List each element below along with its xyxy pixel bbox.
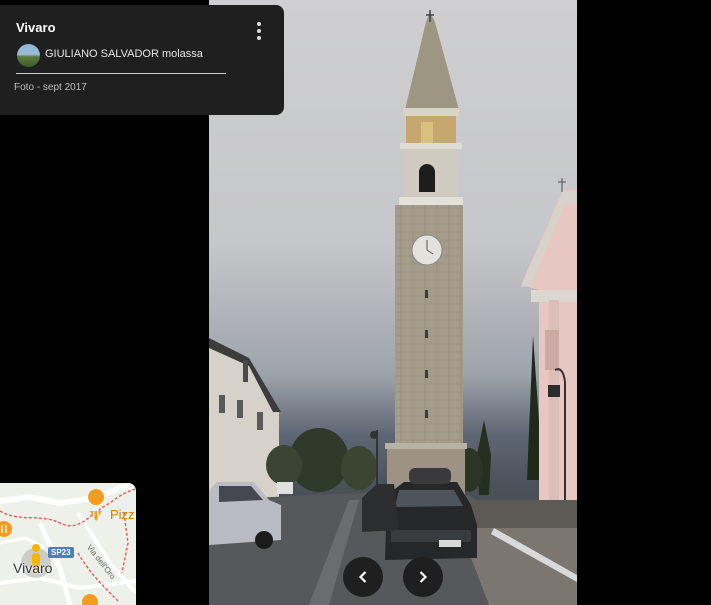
mini-map[interactable]: SP23 Via dell'Oro Pizz Vivaro [0, 483, 136, 605]
map-canvas [0, 483, 136, 605]
place-title[interactable]: Vivaro [16, 20, 56, 35]
next-photo-button[interactable] [403, 557, 443, 597]
bell-tower [385, 10, 467, 497]
more-vert-icon [257, 22, 261, 26]
avatar[interactable] [17, 44, 40, 67]
road-badge: SP23 [48, 547, 74, 558]
chevron-right-icon [419, 571, 428, 583]
more-options-button[interactable] [248, 19, 270, 45]
poi-label[interactable]: Pizz [110, 507, 135, 522]
card-divider [16, 73, 226, 74]
black-car-2 [362, 484, 399, 532]
map-town-label: Vivaro [13, 560, 53, 576]
photo-info-card: Vivaro GIULIANO SALVADOR molassa Foto - … [0, 5, 284, 115]
author-name[interactable]: GIULIANO SALVADOR molassa [45, 48, 203, 60]
photo-date: Foto - sept 2017 [14, 82, 87, 93]
previous-photo-button[interactable] [343, 557, 383, 597]
chevron-left-icon [358, 571, 367, 583]
low-wall [459, 500, 577, 528]
